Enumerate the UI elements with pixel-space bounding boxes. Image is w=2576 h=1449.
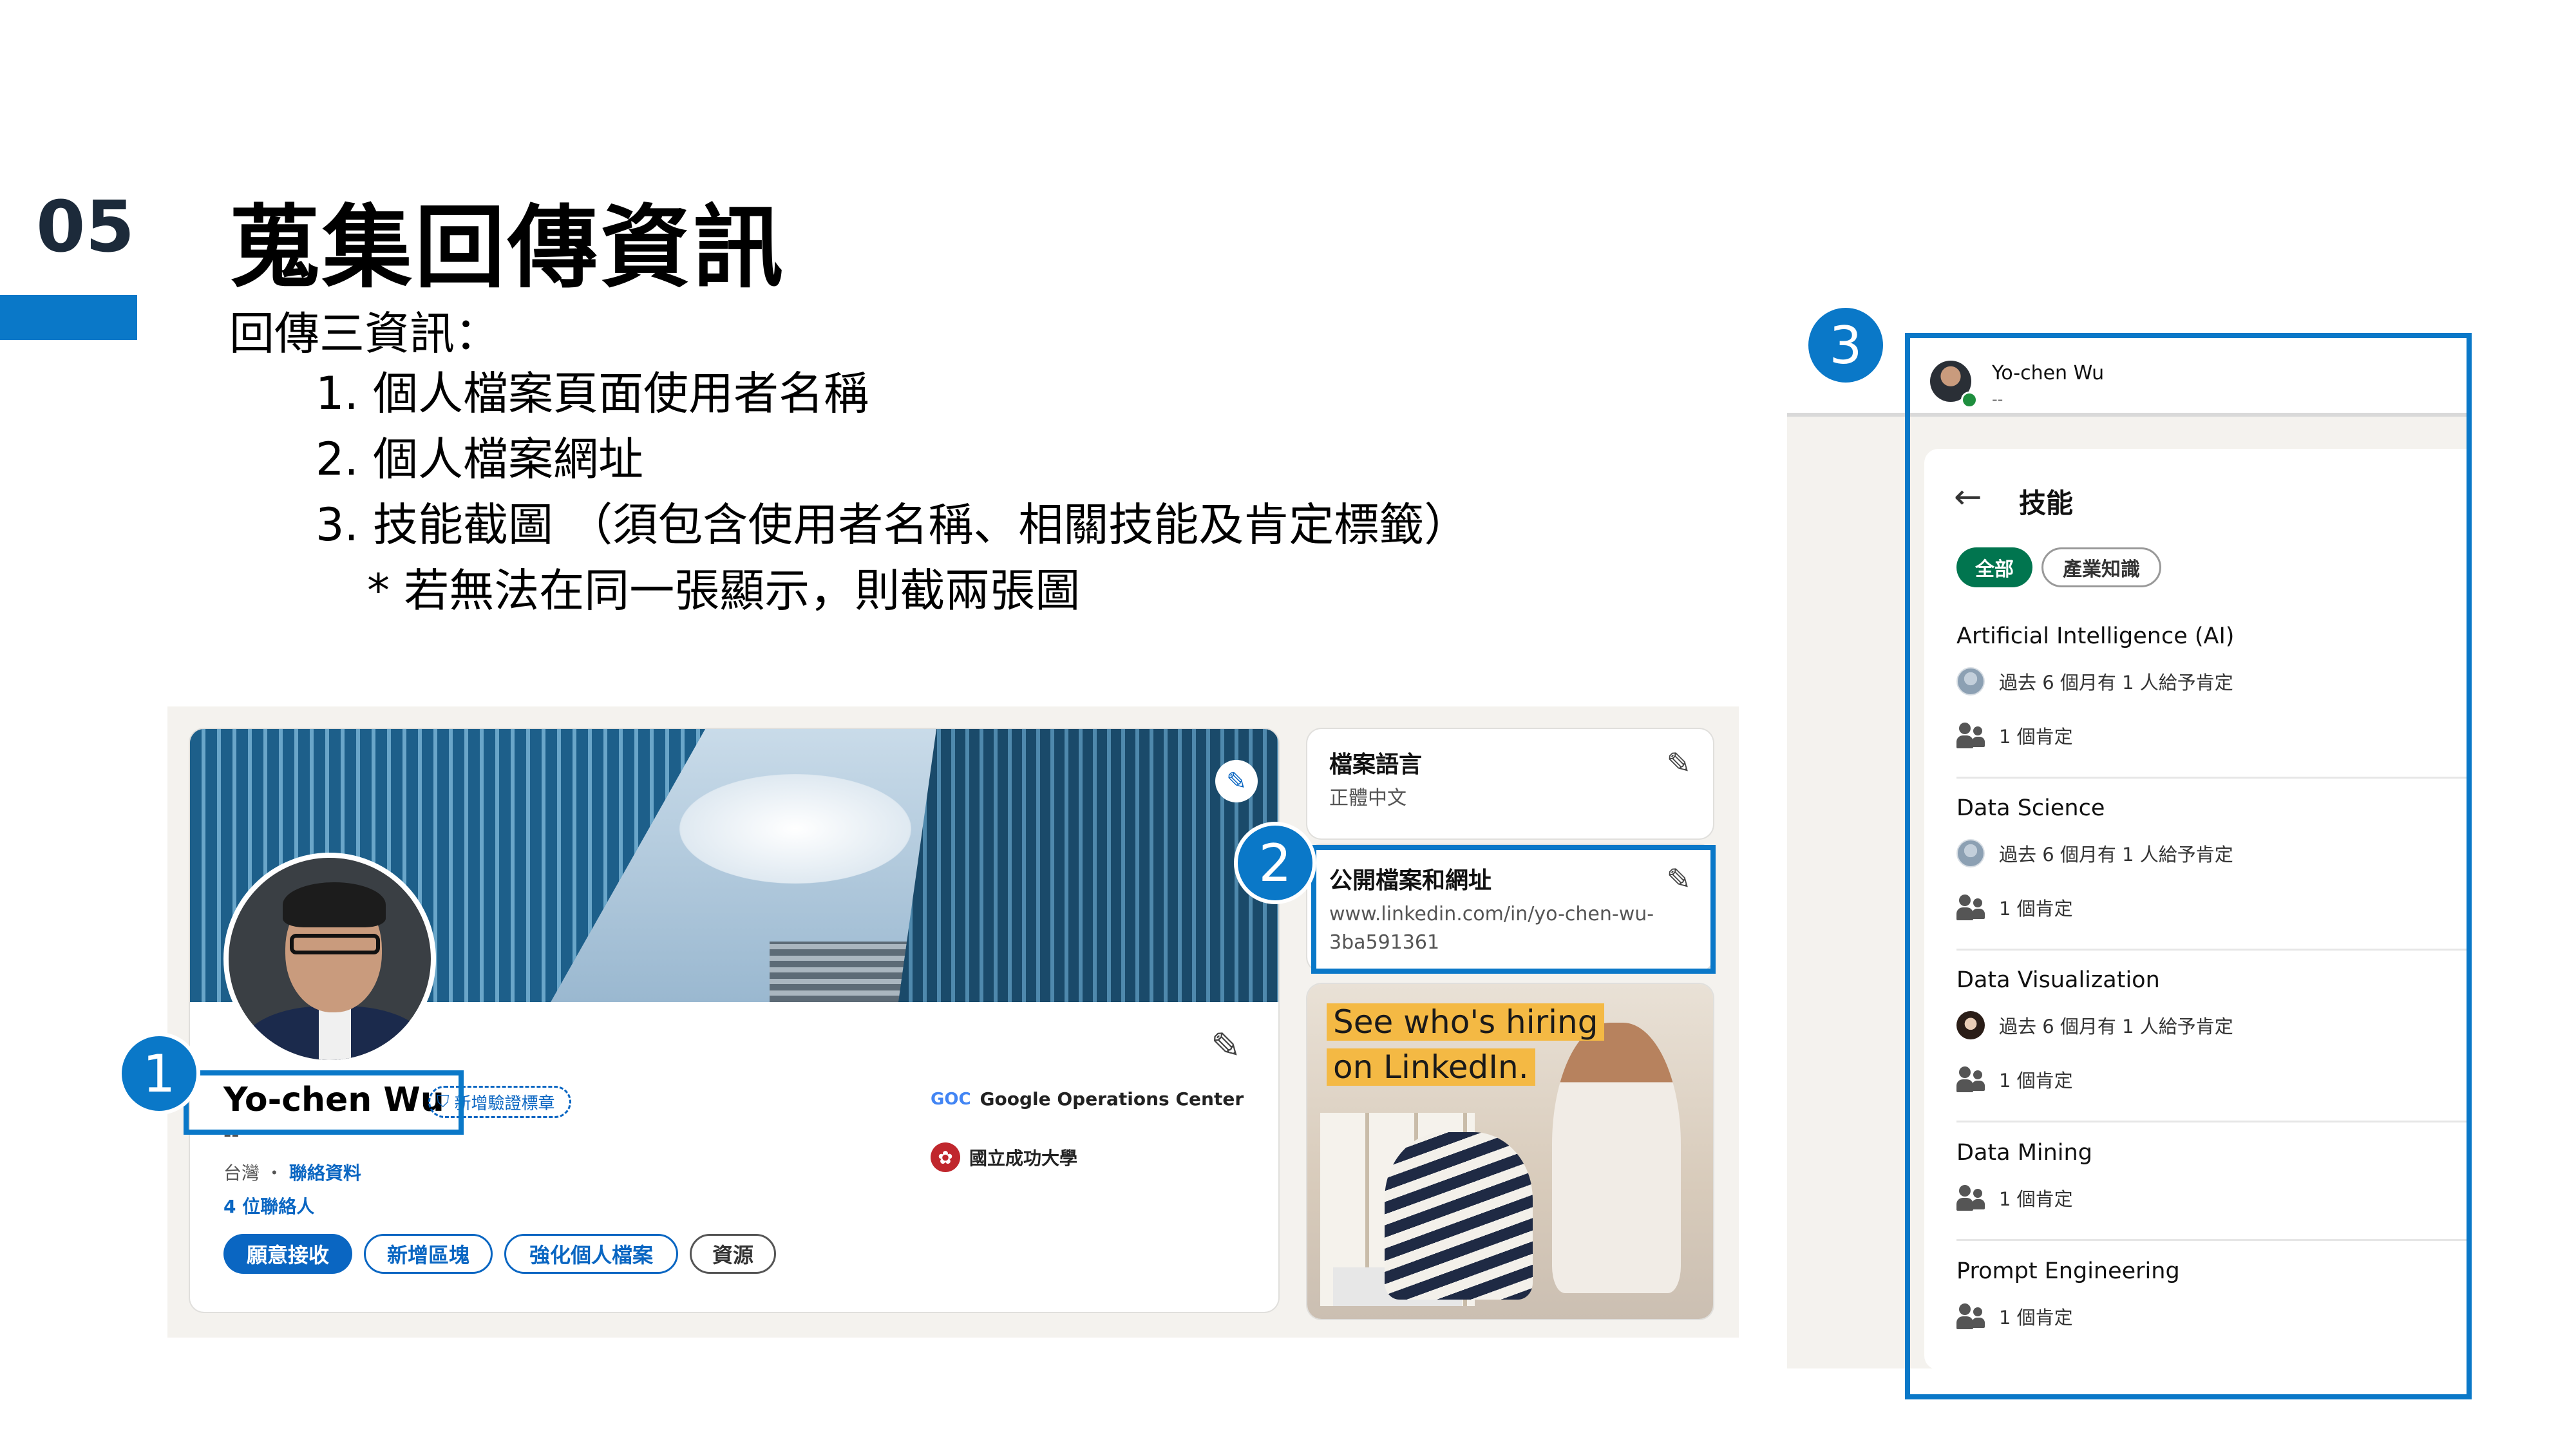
add-section-button[interactable]: 新增區塊 — [364, 1234, 493, 1274]
ad-headline-2: on LinkedIn. — [1327, 1048, 1535, 1086]
profile-card: ✎ ✎ Yo-chen Wu ⛉ 新增驗證標章 -- 台灣 ・ 聯絡資料 4 位… — [190, 729, 1278, 1312]
ncku-logo-icon: ✿ — [931, 1142, 960, 1172]
slide-number: 05 — [36, 185, 135, 268]
org-ncku[interactable]: ✿ 國立成功大學 — [931, 1142, 1077, 1172]
profile-language-card[interactable]: 檔案語言 正體中文 ✎ — [1307, 729, 1713, 838]
step-marker-3: 3 — [1804, 304, 1887, 386]
highlight-skills-panel — [1905, 333, 2472, 1399]
profile-language-value: 正體中文 — [1329, 787, 1406, 810]
highlight-public-url — [1311, 845, 1716, 974]
instruction-item: 1. 個人檔案頁面使用者名稱 — [316, 367, 869, 420]
ad-headline-1: See who's hiring — [1327, 1003, 1605, 1041]
instruction-note: * 若無法在同一張顯示，則截兩張圖 — [367, 564, 1081, 617]
verify-badge-label: 新增驗證標章 — [454, 1094, 555, 1113]
resources-button[interactable]: 資源 — [690, 1234, 776, 1274]
hiring-ad[interactable]: See who's hiring on LinkedIn. — [1307, 984, 1713, 1319]
edit-cover-button[interactable]: ✎ — [1215, 760, 1258, 802]
enhance-profile-button[interactable]: 強化個人檔案 — [504, 1234, 678, 1274]
profile-avatar[interactable] — [223, 853, 436, 1065]
slide-title: 蒐集回傳資訊 — [229, 196, 786, 301]
pencil-icon: ✎ — [1211, 1025, 1241, 1067]
edit-profile-button[interactable]: ✎ — [1211, 1025, 1241, 1067]
intro-text: 回傳三資訊： — [229, 307, 500, 360]
instruction-list: 1. 個人檔案頁面使用者名稱 2. 個人檔案網址 3. 技能截圖 （須包含使用者… — [316, 361, 1469, 623]
step-marker-2: 2 — [1234, 822, 1316, 904]
org-name: 國立成功大學 — [969, 1148, 1078, 1169]
open-to-button[interactable]: 願意接收 — [223, 1234, 352, 1274]
pencil-icon: ✎ — [1226, 767, 1247, 795]
org-google-operations-center[interactable]: GOC Google Operations Center — [931, 1088, 1244, 1110]
pencil-icon[interactable]: ✎ — [1666, 746, 1691, 781]
profile-location: 台灣 ・ 聯絡資料 — [223, 1159, 361, 1185]
profile-language-title: 檔案語言 — [1329, 752, 1423, 778]
connections-link[interactable]: 4 位聯絡人 — [223, 1193, 314, 1218]
org-name: Google Operations Center — [980, 1088, 1244, 1110]
contact-info-link[interactable]: 聯絡資料 — [289, 1162, 361, 1184]
highlight-profile-name — [184, 1070, 464, 1135]
instruction-item: 2. 個人檔案網址 — [316, 433, 644, 486]
location-text: 台灣 ・ — [223, 1162, 283, 1184]
instruction-item: 3. 技能截圖 （須包含使用者名稱、相關技能及肯定標籤） — [316, 498, 1470, 551]
step-marker-1: 1 — [118, 1032, 200, 1115]
goc-logo-icon: GOC — [931, 1089, 971, 1109]
accent-bar — [0, 295, 137, 340]
